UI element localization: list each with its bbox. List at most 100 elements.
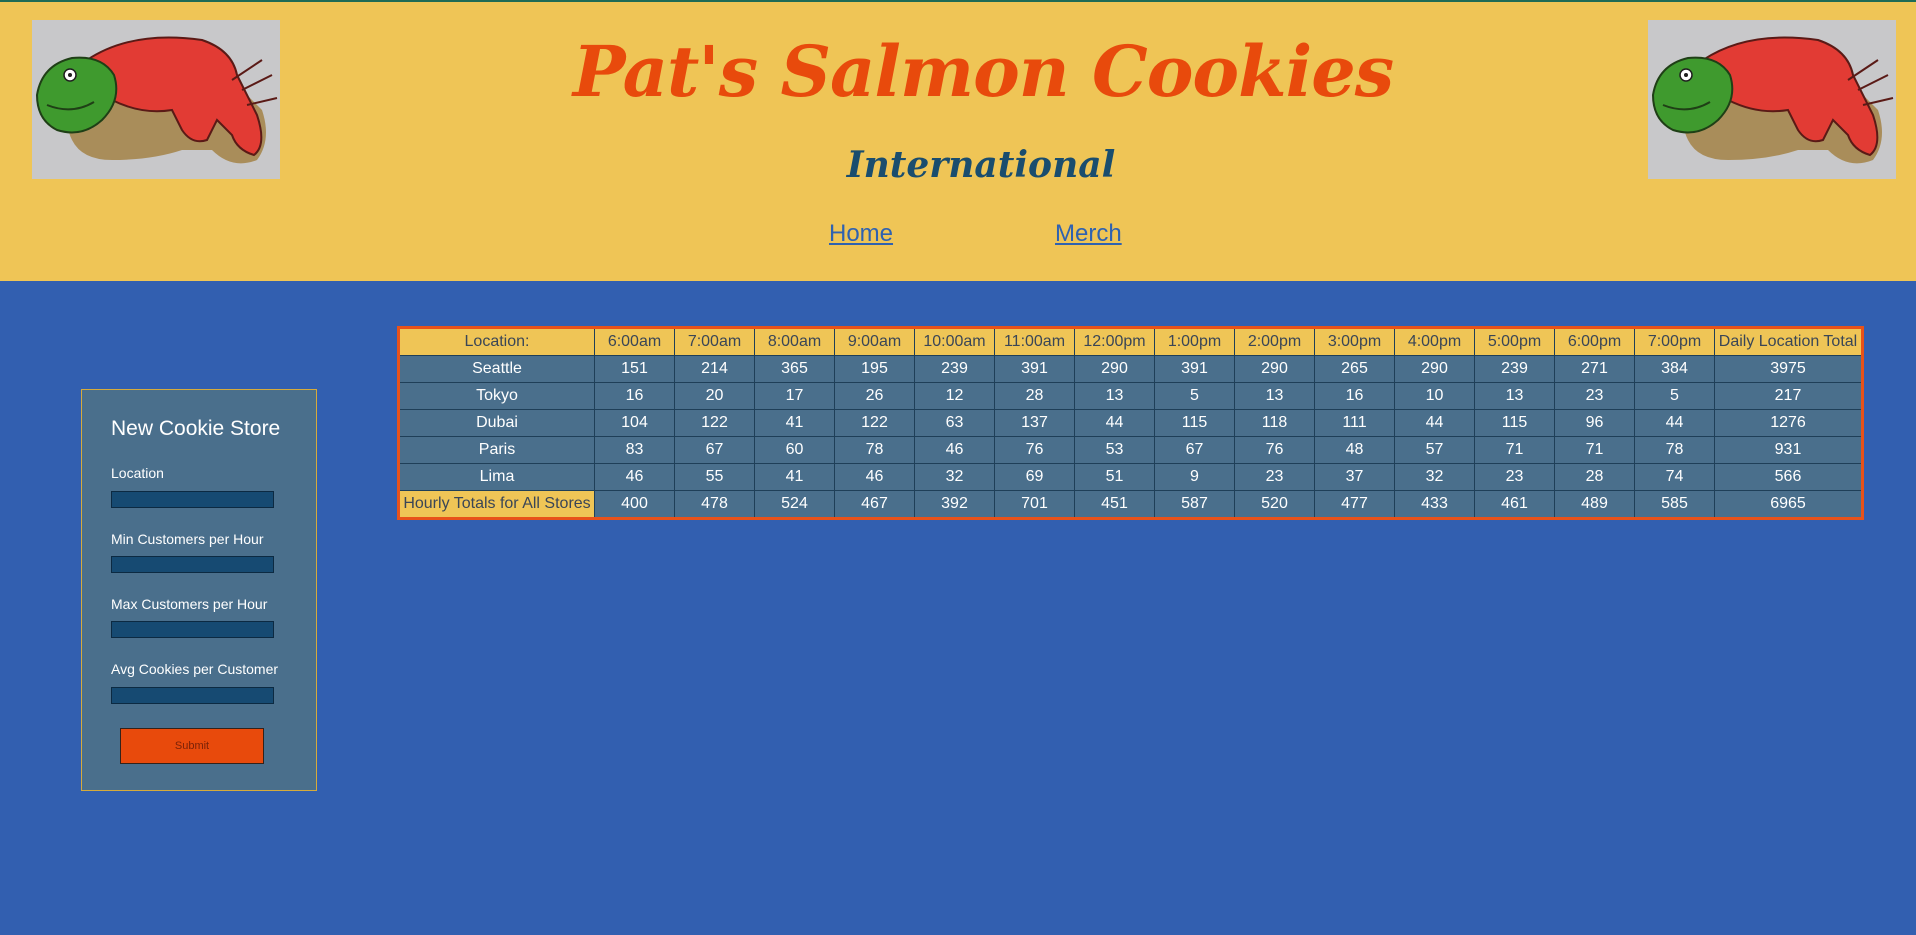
max-customers-input[interactable]	[111, 621, 274, 638]
submit-button[interactable]: Submit	[120, 728, 264, 764]
location-cell: Tokyo	[398, 382, 595, 410]
hourly-sales-cell: 28	[994, 382, 1075, 410]
new-store-form: New Cookie Store Location Min Customers …	[81, 389, 317, 791]
hourly-sales-cell: 67	[674, 436, 755, 464]
hourly-sales-cell: 12	[914, 382, 995, 410]
hourly-sales-cell: 32	[1394, 463, 1475, 491]
sales-table: Location: 6:00am 7:00am 8:00am 9:00am 10…	[397, 326, 1864, 520]
hourly-sales-cell: 55	[674, 463, 755, 491]
total-cell: 489	[1554, 490, 1635, 519]
table-row: Lima 46 55 41 46 32 69 51 9 23 37 32 23 28 74 566	[398, 463, 1863, 491]
table-header-row: Location: 6:00am 7:00am 8:00am 9:00am 10…	[398, 327, 1863, 356]
hourly-sales-cell: 74	[1634, 463, 1715, 491]
salmon-cookie-image-right	[1648, 20, 1896, 179]
hourly-sales-cell: 137	[994, 409, 1075, 437]
total-cell: 587	[1154, 490, 1235, 519]
total-cell: 461	[1474, 490, 1555, 519]
daily-total-cell: 931	[1714, 436, 1863, 464]
hourly-sales-cell: 46	[594, 463, 675, 491]
table-header-cell: 8:00am	[754, 327, 835, 356]
hourly-sales-cell: 5	[1634, 382, 1715, 410]
table-header-cell: Daily Location Total	[1714, 327, 1863, 356]
hourly-sales-cell: 44	[1394, 409, 1475, 437]
hourly-sales-cell: 118	[1234, 409, 1315, 437]
total-cell: 524	[754, 490, 835, 519]
location-cell: Paris	[398, 436, 595, 464]
hourly-sales-cell: 391	[994, 355, 1075, 383]
hourly-sales-cell: 265	[1314, 355, 1395, 383]
table-row: Dubai 104 122 41 122 63 137 44 115 118 111 44 115 96 4…	[398, 409, 1863, 437]
hourly-sales-cell: 41	[754, 409, 835, 437]
hourly-sales-cell: 37	[1314, 463, 1395, 491]
table-body: Seattle 151 214 365 195 239 391 290 391 290 265 290…	[398, 355, 1863, 491]
hourly-sales-cell: 57	[1394, 436, 1475, 464]
hourly-sales-cell: 44	[1634, 409, 1715, 437]
hourly-sales-cell: 5	[1154, 382, 1235, 410]
table-footer-row: Hourly Totals for All Stores 400 478 524…	[398, 490, 1863, 519]
location-label: Location	[111, 465, 164, 481]
hourly-sales-cell: 13	[1074, 382, 1155, 410]
hourly-sales-cell: 122	[834, 409, 915, 437]
hourly-sales-cell: 44	[1074, 409, 1155, 437]
hourly-sales-cell: 122	[674, 409, 755, 437]
total-cell: 451	[1074, 490, 1155, 519]
hourly-sales-cell: 111	[1314, 409, 1395, 437]
hourly-sales-cell: 115	[1154, 409, 1235, 437]
hourly-sales-cell: 9	[1154, 463, 1235, 491]
total-cell: 477	[1314, 490, 1395, 519]
table-header-cell: 1:00pm	[1154, 327, 1235, 356]
hourly-sales-cell: 48	[1314, 436, 1395, 464]
location-cell: Dubai	[398, 409, 595, 437]
site-title: Pat's Salmon Cookies	[572, 30, 1394, 113]
hourly-sales-cell: 365	[754, 355, 835, 383]
table-header-cell: Location:	[398, 327, 595, 356]
form-heading: New Cookie Store	[111, 417, 281, 440]
location-input[interactable]	[111, 491, 274, 508]
hourly-sales-cell: 13	[1234, 382, 1315, 410]
min-customers-input[interactable]	[111, 556, 274, 573]
hourly-sales-cell: 104	[594, 409, 675, 437]
hourly-sales-cell: 384	[1634, 355, 1715, 383]
table-header-cell: 11:00am	[994, 327, 1075, 356]
hourly-sales-cell: 76	[994, 436, 1075, 464]
hourly-sales-cell: 67	[1154, 436, 1235, 464]
hourly-sales-cell: 13	[1474, 382, 1555, 410]
daily-total-cell: 566	[1714, 463, 1863, 491]
total-cell: 701	[994, 490, 1075, 519]
hourly-sales-cell: 23	[1554, 382, 1635, 410]
table-header-cell: 7:00am	[674, 327, 755, 356]
location-cell: Seattle	[398, 355, 595, 383]
total-cell: 433	[1394, 490, 1475, 519]
hourly-sales-cell: 71	[1474, 436, 1555, 464]
hourly-sales-cell: 290	[1394, 355, 1475, 383]
hourly-sales-cell: 51	[1074, 463, 1155, 491]
daily-total-cell: 1276	[1714, 409, 1863, 437]
main-nav: Home Merch	[0, 220, 1916, 252]
hourly-sales-cell: 46	[834, 463, 915, 491]
nav-link-home[interactable]: Home	[829, 220, 893, 248]
hourly-sales-cell: 41	[754, 463, 835, 491]
hourly-sales-cell: 60	[754, 436, 835, 464]
grand-total-cell: 6965	[1714, 490, 1863, 519]
hourly-sales-cell: 78	[1634, 436, 1715, 464]
hourly-sales-cell: 195	[834, 355, 915, 383]
hourly-sales-cell: 96	[1554, 409, 1635, 437]
nav-link-merch[interactable]: Merch	[1055, 220, 1122, 248]
site-subtitle: International	[846, 144, 1116, 186]
hourly-sales-cell: 23	[1474, 463, 1555, 491]
avg-cookies-input[interactable]	[111, 687, 274, 704]
table-header-cell: 2:00pm	[1234, 327, 1315, 356]
min-customers-label: Min Customers per Hour	[111, 531, 264, 547]
daily-total-cell: 3975	[1714, 355, 1863, 383]
hourly-sales-cell: 239	[1474, 355, 1555, 383]
total-cell: 392	[914, 490, 995, 519]
hourly-sales-cell: 78	[834, 436, 915, 464]
table-header-cell: 3:00pm	[1314, 327, 1395, 356]
hourly-sales-cell: 290	[1074, 355, 1155, 383]
table-row: Paris 83 67 60 78 46 76 53 67 76 48 57 71 71 78 931	[398, 436, 1863, 464]
table-header-cell: 5:00pm	[1474, 327, 1555, 356]
location-cell: Lima	[398, 463, 595, 491]
hourly-sales-cell: 115	[1474, 409, 1555, 437]
table-header-cell: 9:00am	[834, 327, 915, 356]
total-cell: 478	[674, 490, 755, 519]
